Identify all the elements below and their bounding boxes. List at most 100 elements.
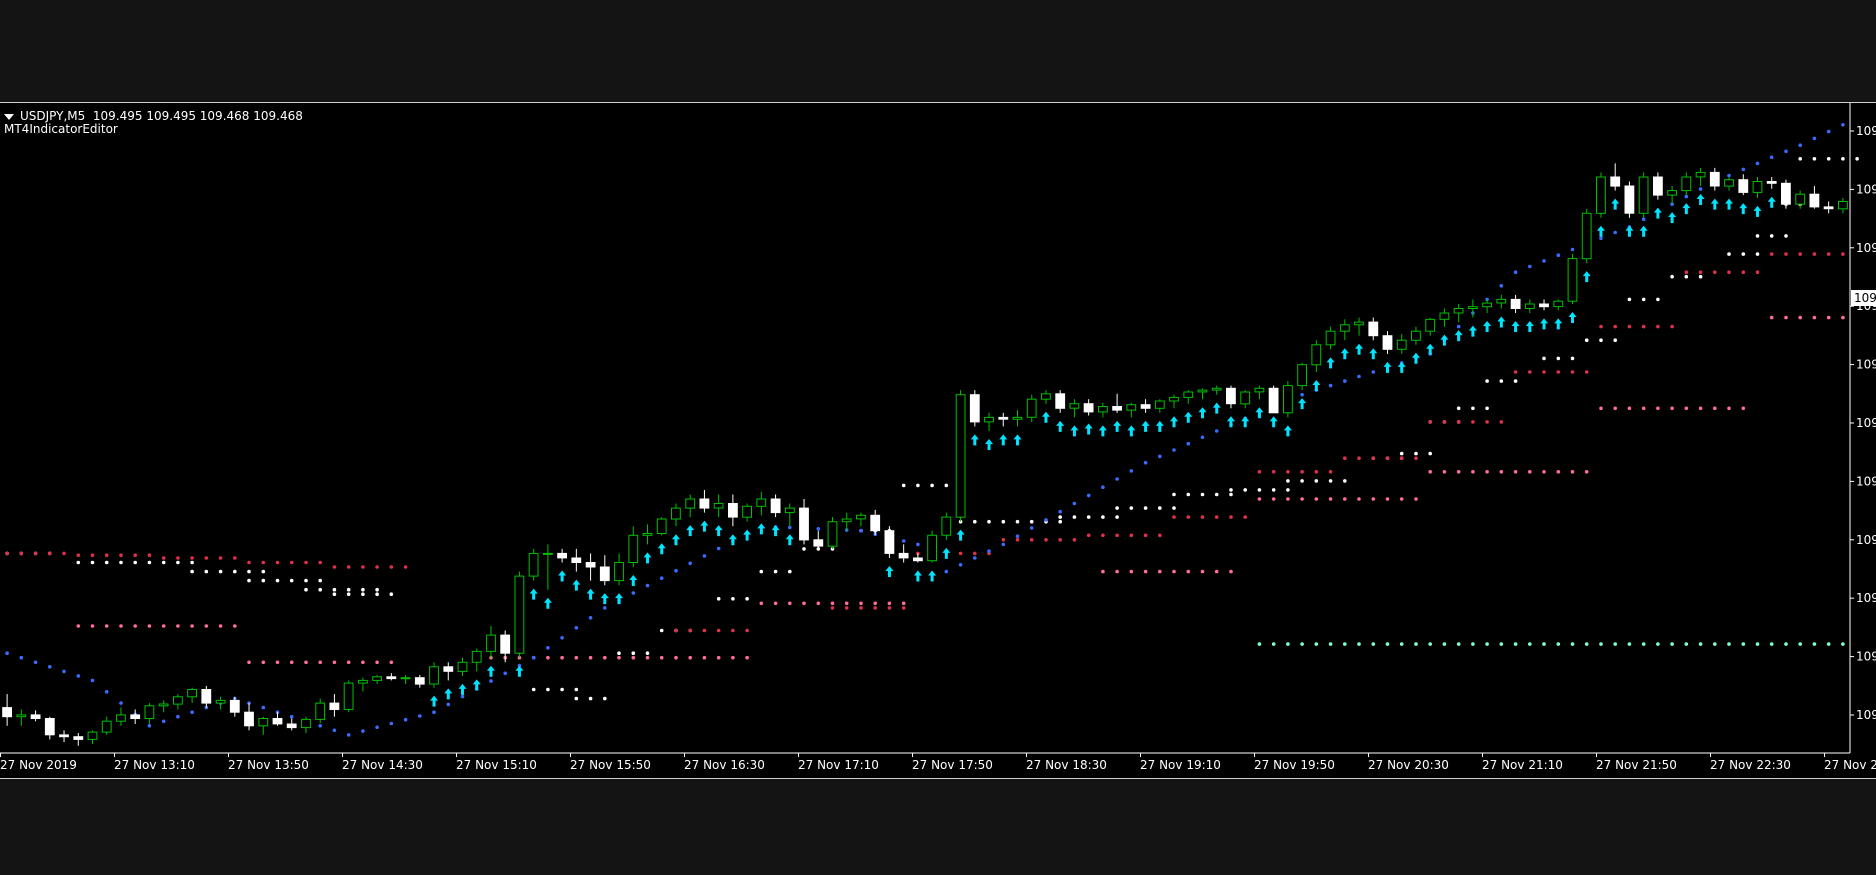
candle: [1368, 317, 1379, 341]
level-dot-white: [1286, 479, 1290, 483]
level-dot-white: [1029, 519, 1034, 524]
level-dot-red: [19, 551, 24, 556]
candle: [713, 494, 724, 518]
sar-dot: [688, 561, 692, 566]
indicator-name: MT4IndicatorEditor: [4, 122, 118, 136]
level-dot-red: [261, 560, 266, 565]
level-dot-teal: [1399, 642, 1404, 646]
sar-dot: [33, 660, 38, 665]
candle: [955, 390, 966, 522]
sar-dot: [318, 724, 323, 728]
candle: [1667, 186, 1677, 205]
level-dot-red: [1826, 252, 1831, 256]
level-dot-red: [702, 628, 707, 633]
level-dot-red: [873, 606, 877, 610]
candle-body: [73, 736, 84, 740]
candle-body: [414, 677, 425, 685]
level-dot-red: [1599, 324, 1603, 329]
level-dot-red: [1186, 515, 1191, 519]
level-dot-red: [745, 628, 749, 633]
sar-dot: [1684, 194, 1689, 199]
level-dot-pink: [1214, 569, 1219, 574]
candle: [1154, 399, 1165, 413]
level-dot-teal: [1300, 642, 1304, 646]
level-dot-pink: [759, 601, 764, 606]
candle: [1653, 172, 1663, 200]
level-dot-red: [1143, 533, 1148, 538]
candle-body: [827, 521, 838, 547]
candle: [927, 530, 938, 563]
buy-arrow-icon: [686, 525, 695, 537]
level-dot-red: [688, 628, 692, 633]
candle: [1297, 362, 1307, 391]
candle: [187, 687, 197, 704]
level-dot-red: [1798, 252, 1802, 256]
sar-dot: [90, 678, 95, 683]
candle-body: [514, 575, 525, 654]
level-dot-red: [332, 565, 337, 569]
level-dot-white: [119, 560, 123, 565]
chart-window[interactable]: 27 Nov 2019 27 Nov 13:10 27 Nov 13:50 27 No…: [0, 102, 1876, 779]
candle-body: [1026, 398, 1037, 418]
candle: [1425, 317, 1436, 336]
x-tick-label: 27 Nov 22:30: [1710, 758, 1791, 772]
sar-dot: [62, 669, 66, 674]
candle: [1126, 402, 1137, 418]
candle: [1411, 326, 1421, 345]
level-dot-red: [375, 565, 379, 569]
level-dot-pink: [588, 655, 593, 660]
level-dot-teal: [1371, 642, 1376, 646]
candle-body: [1055, 393, 1066, 409]
level-dot-white: [987, 519, 991, 524]
candle: [784, 503, 795, 527]
level-dot-red: [1627, 324, 1632, 329]
candle: [358, 677, 368, 692]
sar-dot: [702, 554, 707, 558]
level-dot-white: [1456, 406, 1461, 411]
sar-dot: [76, 674, 81, 678]
level-dot-white: [1001, 519, 1006, 524]
sar-dot: [1343, 379, 1347, 383]
candle: [16, 709, 27, 726]
sar-dot: [1115, 477, 1119, 481]
level-dot-red: [1200, 515, 1205, 519]
level-dot-white: [973, 519, 977, 524]
sar-dot: [1784, 149, 1788, 154]
candle-body: [1154, 400, 1165, 409]
collapse-triangle-icon[interactable]: [4, 113, 14, 120]
level-dot-red: [318, 560, 323, 565]
candle-body: [799, 507, 809, 541]
level-dot-teal: [1385, 642, 1390, 646]
level-dot-red: [1471, 420, 1475, 424]
candle-body: [927, 534, 938, 562]
candle: [1752, 176, 1763, 198]
sar-dot: [1172, 448, 1176, 452]
level-dot-pink: [204, 624, 209, 628]
level-dot-pink: [261, 660, 266, 665]
level-dot-red: [119, 553, 123, 557]
level-dot-white: [645, 651, 650, 655]
level-dot-white: [346, 587, 351, 592]
sar-dot: [1698, 187, 1703, 191]
level-dot-white: [375, 592, 379, 596]
candle-body: [372, 676, 383, 681]
level-dot-white: [588, 696, 593, 701]
buy-arrow-icon: [700, 520, 709, 532]
candle-body: [1083, 403, 1094, 413]
level-dot-red: [1286, 470, 1290, 474]
candle-body: [1169, 396, 1179, 402]
level-dot-white: [190, 560, 194, 565]
level-dot-teal: [1769, 642, 1774, 646]
candlestick-chart[interactable]: 27 Nov 2019 27 Nov 13:10 27 Nov 13:50 27 No…: [0, 103, 1876, 778]
buy-arrow-icon: [1454, 330, 1463, 342]
level-dot-white: [1784, 234, 1788, 238]
candle: [1240, 390, 1251, 409]
sar-dot: [1513, 270, 1518, 274]
buy-arrow-icon: [1170, 416, 1179, 428]
level-dot-white: [1015, 519, 1020, 524]
level-dot-white: [104, 560, 109, 565]
level-dot-white: [1841, 157, 1845, 161]
candle: [543, 544, 553, 590]
level-dot-red: [275, 560, 280, 565]
x-tick-label: 27 Nov 16:30: [684, 758, 765, 772]
